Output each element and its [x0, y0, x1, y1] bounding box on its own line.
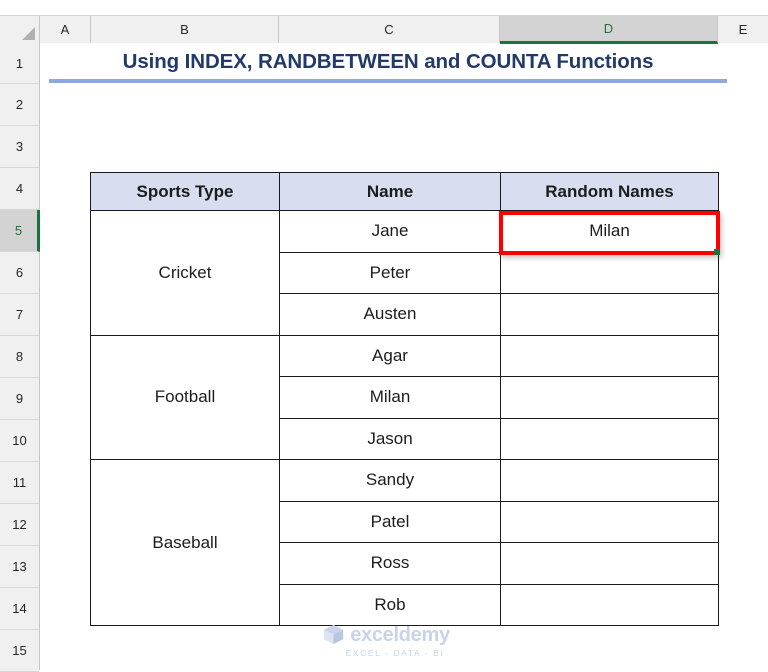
column-header-random-names: Random Names: [500, 172, 719, 211]
title-underline-rule: [49, 79, 727, 83]
cell-random-d11[interactable]: [500, 459, 719, 502]
column-header-sports-type: Sports Type: [90, 172, 280, 211]
cell-random-d7[interactable]: [500, 293, 719, 336]
cell-name-b7[interactable]: Austen: [279, 293, 501, 336]
cell-name-b13[interactable]: Ross: [279, 542, 501, 585]
spreadsheet-grid: A B C D E 1 2 3 4 5 6 7 8 9 10 11 12 13 …: [0, 0, 768, 672]
select-all-triangle-icon: [22, 27, 35, 40]
table-row[interactable]: Baseball Sandy: [90, 459, 719, 626]
cell-random-d13[interactable]: [500, 542, 719, 585]
row-header-1[interactable]: 1: [0, 43, 39, 84]
cell-random-d9[interactable]: [500, 376, 719, 419]
row-header-10[interactable]: 10: [0, 420, 39, 462]
table-header-row: Sports Type Name Random Names: [90, 172, 719, 211]
watermark-tagline: EXCEL - DATA - BI: [345, 648, 445, 658]
page-title: Using INDEX, RANDBETWEEN and COUNTA Func…: [122, 50, 654, 73]
row-header-14[interactable]: 14: [0, 588, 39, 630]
cell-name-b5[interactable]: Jane: [279, 210, 501, 253]
sheet-title-block: Using INDEX, RANDBETWEEN and COUNTA Func…: [49, 50, 727, 83]
row-header-7[interactable]: 7: [0, 294, 39, 336]
cell-random-d12[interactable]: [500, 500, 719, 543]
cell-name-b8[interactable]: Agar: [279, 334, 501, 377]
row-header-15[interactable]: 15: [0, 630, 39, 672]
column-header-b[interactable]: B: [91, 16, 279, 43]
column-header-name: Name: [279, 172, 501, 211]
cell-sport-baseball[interactable]: Baseball: [90, 459, 280, 626]
select-all-corner-button[interactable]: [0, 16, 40, 43]
cell-random-d14[interactable]: [500, 583, 719, 626]
column-header-row: A B C D E: [0, 15, 768, 44]
column-header-d[interactable]: D: [500, 16, 718, 44]
cell-sport-cricket[interactable]: Cricket: [90, 210, 280, 336]
column-header-c[interactable]: C: [279, 16, 500, 43]
row-header-2[interactable]: 2: [0, 84, 39, 126]
row-header-11[interactable]: 11: [0, 462, 39, 504]
cell-random-d5[interactable]: Milan: [500, 210, 719, 253]
row-header-4[interactable]: 4: [0, 168, 39, 210]
exceldemy-watermark: exceldemy EXCEL - DATA - BI: [306, 623, 466, 658]
cell-name-b10[interactable]: Jason: [279, 417, 501, 460]
cell-sport-football[interactable]: Football: [90, 334, 280, 460]
cell-name-b12[interactable]: Patel: [279, 500, 501, 543]
table-row[interactable]: Football Agar: [90, 334, 719, 460]
cell-name-b14[interactable]: Rob: [279, 583, 501, 626]
column-header-e[interactable]: E: [718, 16, 768, 43]
cube-logo-icon: [324, 624, 344, 645]
row-header-column: 1 2 3 4 5 6 7 8 9 10 11 12 13 14 15: [0, 43, 40, 672]
column-header-a[interactable]: A: [40, 16, 91, 43]
cell-name-b11[interactable]: Sandy: [279, 459, 501, 502]
table-row[interactable]: Cricket Jane Milan: [90, 210, 719, 336]
row-header-9[interactable]: 9: [0, 378, 39, 420]
cell-name-b6[interactable]: Peter: [279, 251, 501, 294]
row-header-5[interactable]: 5: [0, 210, 40, 252]
cell-name-b9[interactable]: Milan: [279, 376, 501, 419]
cell-random-d8[interactable]: [500, 334, 719, 377]
cell-random-d6[interactable]: [500, 251, 719, 294]
row-header-12[interactable]: 12: [0, 504, 39, 546]
row-header-3[interactable]: 3: [0, 126, 39, 168]
row-header-8[interactable]: 8: [0, 336, 39, 378]
sports-names-table: Sports Type Name Random Names Cricket Ja…: [90, 172, 719, 626]
row-header-6[interactable]: 6: [0, 252, 39, 294]
watermark-brand: exceldemy: [350, 623, 450, 646]
row-header-13[interactable]: 13: [0, 546, 39, 588]
cell-random-d10[interactable]: [500, 417, 719, 460]
